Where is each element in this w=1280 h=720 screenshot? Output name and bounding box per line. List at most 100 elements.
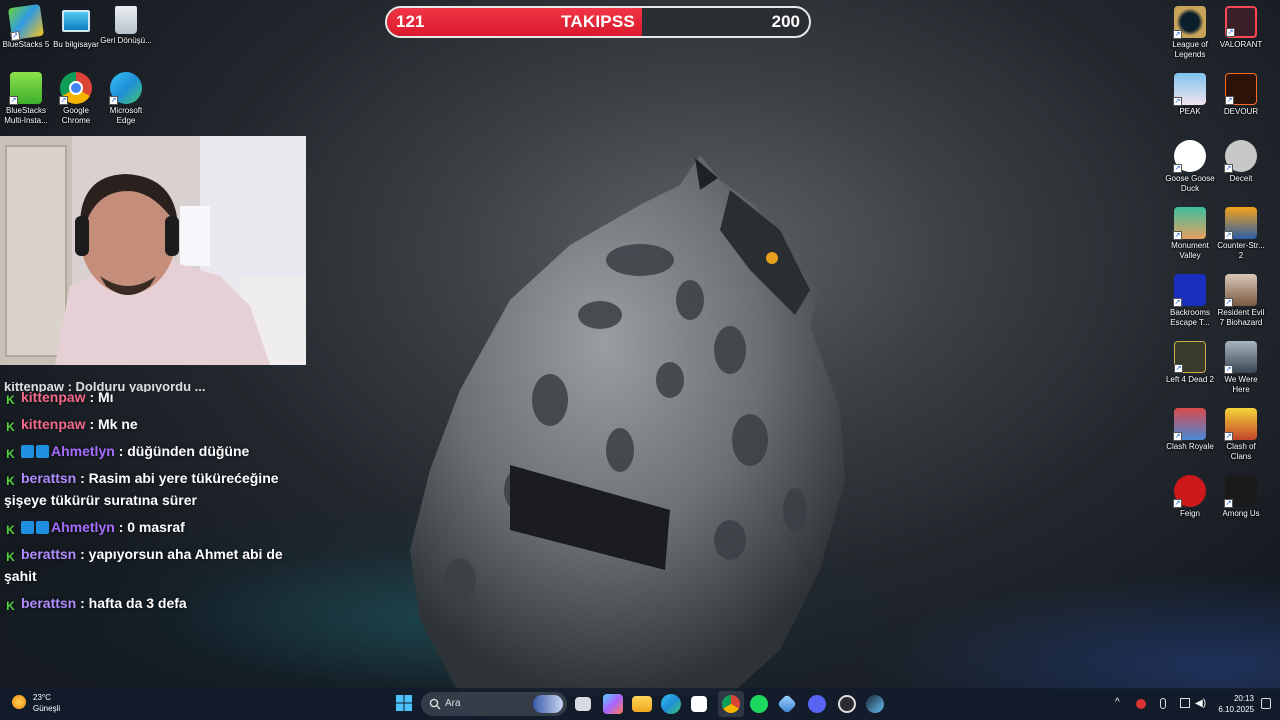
l4d2-icon: ↗ bbox=[1174, 341, 1206, 373]
obs-icon[interactable] bbox=[838, 695, 856, 713]
desktop-icon-label: Deceit bbox=[1229, 174, 1253, 183]
search-icon bbox=[429, 698, 441, 710]
steam-icon[interactable] bbox=[866, 695, 884, 713]
start-button[interactable] bbox=[395, 694, 415, 714]
desktop-icon-label: Counter-Str... 2 bbox=[1217, 241, 1265, 260]
desktop-icon-label: Bu bilgisayar bbox=[53, 40, 99, 49]
desktop-icon-edge[interactable]: ↗ Microsoft Edge bbox=[100, 72, 152, 126]
file-explorer-icon[interactable] bbox=[632, 696, 652, 712]
edge-icon: ↗ bbox=[109, 72, 142, 105]
chat-username[interactable]: Ahmetlyn bbox=[51, 519, 115, 535]
chat-message: Kberattsn : yapıyorsun aha Ahmet abi de … bbox=[4, 543, 300, 587]
desktop-icon-this-pc[interactable]: Bu bilgisayar bbox=[50, 6, 102, 50]
network-icon[interactable] bbox=[1180, 698, 1190, 708]
monument-icon: ↗ bbox=[1173, 207, 1206, 240]
taskbar-search[interactable]: Ara bbox=[421, 692, 567, 716]
kick-badge-icon: K bbox=[6, 447, 15, 461]
desktop-icon-monument[interactable]: ↗ Monument Valley bbox=[1164, 207, 1216, 261]
peak-icon: ↗ bbox=[1173, 73, 1206, 106]
desktop-icon-among-us[interactable]: ↗ Among Us bbox=[1215, 475, 1267, 519]
desktop-icon-label: Resident Evil 7 Biohazard bbox=[1217, 308, 1265, 327]
subscriber-badge-icon bbox=[36, 445, 49, 458]
weather-widget[interactable]: 23°C Güneşli bbox=[12, 692, 60, 714]
clash-royale-icon: ↗ bbox=[1173, 408, 1206, 441]
desktop-icon-l4d2[interactable]: ↗ Left 4 Dead 2 bbox=[1164, 341, 1216, 385]
feign-icon: ↗ bbox=[1173, 475, 1206, 508]
chrome-icon: ↗ bbox=[59, 72, 92, 105]
goal-title: TAKIPSS bbox=[561, 12, 635, 31]
chat-username[interactable]: Ahmetlyn bbox=[51, 443, 115, 459]
microphone-icon[interactable] bbox=[1160, 698, 1166, 709]
desktop-icon-label: BlueStacks 5 bbox=[2, 40, 50, 49]
goose-icon: ↗ bbox=[1173, 140, 1206, 173]
re7-icon: ↗ bbox=[1224, 274, 1257, 307]
shortcut-arrow-icon: ↗ bbox=[1225, 96, 1234, 105]
clock[interactable]: 20:13 6.10.2025 bbox=[1218, 693, 1254, 715]
shortcut-arrow-icon: ↗ bbox=[1224, 365, 1233, 374]
backrooms-icon: ↗ bbox=[1173, 274, 1206, 307]
desktop-icon-we-were-here[interactable]: ↗ We Were Here bbox=[1215, 341, 1267, 395]
desktop-icon-bluestacks[interactable]: ↗ BlueStacks 5 bbox=[0, 3, 52, 50]
spotify-icon[interactable] bbox=[750, 695, 768, 713]
chrome-taskbar-icon bbox=[722, 695, 740, 713]
chrome-taskbar-button[interactable] bbox=[718, 691, 744, 717]
kick-badge-icon: K bbox=[6, 393, 15, 407]
store-icon[interactable] bbox=[691, 696, 707, 712]
shortcut-arrow-icon: ↗ bbox=[1173, 164, 1182, 173]
weather-icon bbox=[12, 695, 26, 709]
desktop-icon-valorant[interactable]: ↗ VALORANT bbox=[1215, 6, 1267, 50]
copilot-icon[interactable] bbox=[603, 694, 623, 714]
taskbar: 23°C Güneşli Ara ^ ◀) 20:13 6.10.2025 bbox=[0, 688, 1280, 720]
discord-icon[interactable] bbox=[808, 695, 826, 713]
kick-badge-icon: K bbox=[6, 474, 15, 488]
task-view-icon[interactable] bbox=[575, 697, 591, 711]
desktop-icon-re7[interactable]: ↗ Resident Evil 7 Biohazard bbox=[1215, 274, 1267, 328]
desktop-icon-label: Google Chrome bbox=[61, 106, 91, 125]
weather-desc: Güneşli bbox=[33, 704, 61, 713]
snow-leopard-wallpaper bbox=[410, 155, 845, 695]
desktop-icon-league[interactable]: ↗ League of Legends bbox=[1164, 6, 1216, 60]
desktop-icon-backrooms[interactable]: ↗ Backrooms Escape T... bbox=[1164, 274, 1216, 328]
desktop-icon-label: Left 4 Dead 2 bbox=[1165, 375, 1215, 384]
desktop-icon-recycle-bin[interactable]: Geri Dönüşü... bbox=[100, 6, 152, 46]
desktop-icon-peak[interactable]: ↗ PEAK bbox=[1164, 73, 1216, 117]
desktop-icon-label: Monument Valley bbox=[1171, 241, 1209, 260]
desktop-icon-label: Clash Royale bbox=[1166, 442, 1214, 451]
chat-username[interactable]: berattsn bbox=[21, 595, 76, 611]
chat-username[interactable]: berattsn bbox=[21, 470, 76, 486]
desktop-icon-clash-of-clans[interactable]: ↗ Clash of Clans bbox=[1215, 408, 1267, 462]
clock-date: 6.10.2025 bbox=[1218, 705, 1254, 714]
edge-taskbar-icon[interactable] bbox=[661, 694, 681, 714]
chat-username[interactable]: kittenpaw bbox=[21, 389, 86, 405]
desktop-icon-chrome[interactable]: ↗ Google Chrome bbox=[50, 72, 102, 126]
desktop-icon-clash-royale[interactable]: ↗ Clash Royale bbox=[1164, 408, 1216, 452]
chevron-up-icon[interactable]: ^ bbox=[1115, 697, 1120, 708]
chat-username[interactable]: kittenpaw bbox=[21, 416, 86, 432]
shortcut-arrow-icon: ↗ bbox=[1174, 364, 1183, 373]
shortcut-arrow-icon: ↗ bbox=[1173, 231, 1182, 240]
we-were-here-icon: ↗ bbox=[1224, 341, 1257, 374]
desktop-icon-label: DEVOUR bbox=[1223, 107, 1259, 116]
notification-icon[interactable] bbox=[1261, 698, 1271, 709]
volume-icon[interactable]: ◀) bbox=[1195, 698, 1206, 709]
desktop-icon-deceit[interactable]: ↗ Deceit bbox=[1215, 140, 1267, 184]
chat-text: : 0 masraf bbox=[118, 519, 185, 535]
desktop-icon-label: Feign bbox=[1179, 509, 1200, 518]
devour-icon: ↗ bbox=[1225, 73, 1257, 105]
weather-temp: 23°C bbox=[33, 693, 51, 702]
chat-username[interactable]: berattsn bbox=[21, 546, 76, 562]
tray-app-icon[interactable] bbox=[1136, 699, 1146, 709]
webcam-feed bbox=[0, 136, 306, 365]
network-app-icon[interactable] bbox=[777, 694, 797, 714]
desktop-icon-goose[interactable]: ↗ Goose Goose Duck bbox=[1164, 140, 1216, 194]
chat-text: : Mı bbox=[89, 389, 114, 405]
kick-badge-icon: K bbox=[6, 599, 15, 613]
desktop-icon-bluestacks-multi[interactable]: ↗ BlueStacks Multi-Insta... bbox=[0, 72, 52, 126]
desktop-icon-label: Microsoft Edge bbox=[109, 106, 143, 125]
league-icon: ↗ bbox=[1173, 6, 1206, 39]
windows-icon bbox=[396, 695, 412, 711]
desktop-icon-cs2[interactable]: ↗ Counter-Str... 2 bbox=[1215, 207, 1267, 261]
desktop-icon-devour[interactable]: ↗ DEVOUR bbox=[1215, 73, 1267, 117]
chat-text: : hafta da 3 defa bbox=[80, 595, 187, 611]
desktop-icon-feign[interactable]: ↗ Feign bbox=[1164, 475, 1216, 519]
